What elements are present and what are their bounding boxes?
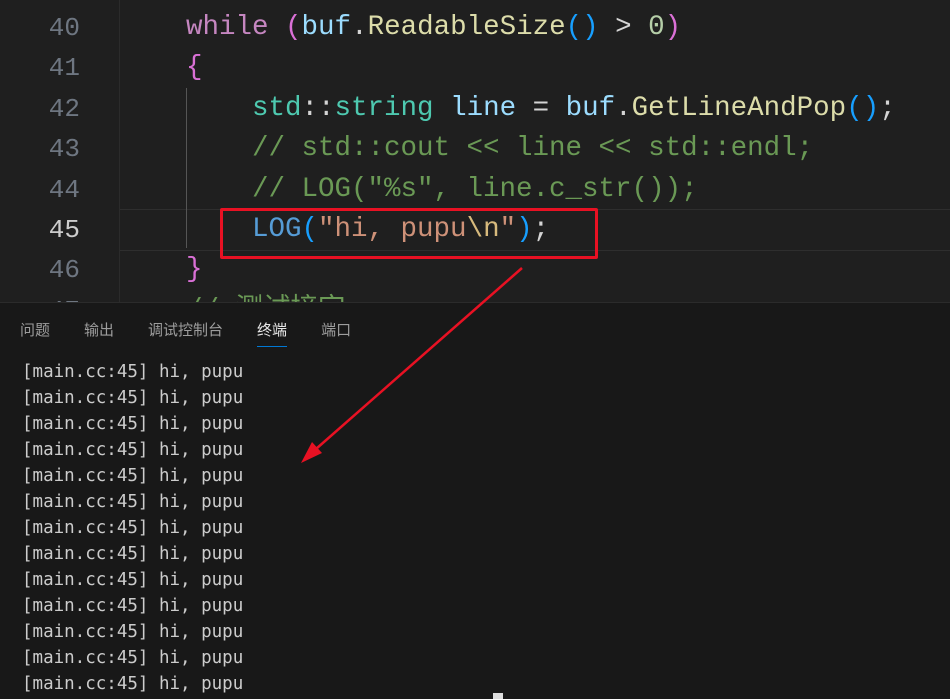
code-token: // LOG("%s", line.c_str());	[252, 173, 698, 205]
line-number: 47	[0, 291, 80, 302]
code-token: )	[664, 12, 682, 43]
panel-tabs: 问题 输出 调试控制台 终端 端口	[20, 319, 385, 347]
code-token: >	[598, 12, 649, 43]
code-token: buf	[565, 92, 616, 124]
code-text: // 测试接字	[186, 291, 346, 302]
code-editor[interactable]: 40 while (buf.ReadableSize() > 0) 41{42 std…	[0, 0, 950, 302]
code-token: (	[285, 12, 302, 43]
terminal-line: [main.cc:45] hi, pupu	[22, 362, 244, 382]
code-token: 0	[648, 12, 665, 43]
terminal-line: [main.cc:45] hi, pupu	[22, 414, 244, 434]
code-line[interactable]: 43 // std::cout << line << std::endl;	[0, 129, 950, 169]
code-token: .	[615, 92, 632, 124]
code-text: std::string line = buf.GetLineAndPop();	[252, 89, 896, 129]
code-token: }	[186, 254, 203, 286]
code-token: // std::cout << line << std::endl;	[252, 133, 814, 165]
terminal-line: [main.cc:45] hi, pupu	[22, 570, 244, 590]
line-number: 44	[48, 174, 80, 205]
terminal-line: [main.cc:45] hi, pupu	[22, 492, 244, 512]
code-token: =	[516, 92, 566, 124]
code-text: }	[186, 250, 203, 290]
terminal-cursor	[493, 693, 503, 699]
code-line[interactable]: 47 // 测试接字	[0, 291, 950, 302]
terminal-output[interactable]: [main.cc:45] hi, pupu [main.cc:45] hi, pu…	[22, 359, 243, 697]
highlight-annotation-box	[220, 208, 598, 259]
panel-tab[interactable]: 端口	[321, 319, 351, 347]
terminal-line: [main.cc:45] hi, pupu	[22, 544, 244, 564]
code-text: // std::cout << line << std::endl;	[252, 129, 813, 169]
panel-tab[interactable]: 终端	[257, 319, 288, 347]
terminal-line: [main.cc:45] hi, pupu	[22, 440, 244, 460]
code-token: {	[186, 52, 203, 84]
terminal-line: [main.cc:45] hi, pupu	[22, 622, 244, 642]
code-token: string	[334, 92, 434, 124]
panel-tab[interactable]: 调试控制台	[148, 319, 223, 347]
code-text: {	[186, 48, 203, 88]
terminal-line: [main.cc:45] hi, pupu	[22, 648, 244, 668]
line-number: 41	[48, 53, 80, 84]
code-token: GetLineAndPop	[631, 92, 847, 124]
code-token: std	[252, 92, 302, 124]
code-line[interactable]: 41 {	[0, 48, 950, 88]
bottom-panel: 问题 输出 调试控制台 终端 端口 [main.cc:45] hi, pupu [main…	[0, 302, 950, 699]
code-token: ;	[879, 92, 896, 124]
code-text: while (buf.ReadableSize() > 0)	[186, 8, 681, 48]
code-token: // 测试接字	[186, 295, 346, 302]
terminal-line: [main.cc:45] hi, pupu	[22, 674, 244, 694]
code-token: while	[186, 12, 269, 43]
terminal-line: [main.cc:45] hi, pupu	[22, 388, 244, 408]
code-line[interactable]: 42 std::string line = buf.GetLineAndPop()…	[0, 89, 950, 129]
terminal-line: [main.cc:45] hi, pupu	[22, 518, 244, 538]
terminal-line: [main.cc:45] hi, pupu	[22, 596, 244, 616]
code-token: buf	[301, 12, 352, 43]
line-number: 43	[48, 134, 80, 165]
code-line[interactable]: 44 // LOG("%s", line.c_str());	[0, 170, 950, 210]
line-number: 45	[48, 215, 80, 245]
code-token: .	[351, 12, 368, 43]
code-token: ::	[301, 92, 335, 124]
code-token: ReadableSize	[367, 12, 566, 43]
code-text: // LOG("%s", line.c_str());	[252, 170, 698, 210]
terminal-line: [main.cc:45] hi, pupu	[22, 466, 244, 486]
panel-tab[interactable]: 问题	[20, 319, 50, 347]
line-number: 46	[48, 255, 80, 286]
code-line[interactable]: 40 while (buf.ReadableSize() > 0)	[0, 8, 950, 48]
code-token: ()	[846, 92, 880, 124]
panel-tab[interactable]: 输出	[84, 319, 114, 347]
line-number: 42	[48, 93, 80, 124]
code-token: line	[450, 92, 517, 124]
line-number: 40	[48, 13, 80, 43]
code-token: ()	[565, 12, 599, 43]
